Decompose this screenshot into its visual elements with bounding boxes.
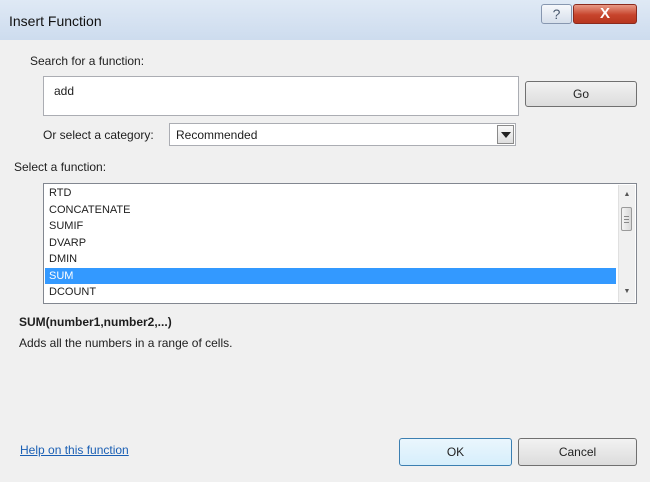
function-description: Adds all the numbers in a range of cells… — [19, 336, 233, 350]
search-input-value: add — [54, 84, 75, 98]
function-list-item[interactable]: CONCATENATE — [45, 202, 616, 218]
scrollbar-thumb[interactable] — [621, 207, 632, 231]
scrollbar[interactable]: ▲ ▼ — [618, 185, 635, 302]
close-icon: X — [599, 5, 610, 22]
search-label: Search for a function: — [30, 54, 145, 68]
dialog-title: Insert Function — [9, 13, 102, 29]
scroll-up-icon[interactable]: ▲ — [619, 187, 635, 203]
help-button[interactable]: ? — [541, 4, 572, 24]
category-select[interactable]: Recommended — [169, 123, 516, 146]
category-select-value: Recommended — [176, 128, 258, 142]
category-label: Or select a category: — [43, 128, 154, 142]
grip-line — [624, 219, 629, 220]
function-list-item[interactable]: SUMIF — [45, 218, 616, 234]
function-list-item[interactable]: SUM — [45, 267, 616, 284]
dropdown-button[interactable] — [497, 125, 514, 144]
function-list-item[interactable]: DCOUNT — [45, 284, 616, 300]
title-bar[interactable]: Insert Function ? X — [0, 0, 650, 40]
chevron-down-icon — [501, 132, 511, 138]
close-button[interactable]: X — [573, 4, 637, 24]
ok-button[interactable]: OK — [399, 438, 512, 466]
dialog-body: Search for a function: add Go Or select … — [8, 40, 642, 474]
cancel-button[interactable]: Cancel — [518, 438, 637, 466]
search-input[interactable]: add — [43, 76, 519, 116]
help-on-function-link[interactable]: Help on this function — [20, 443, 129, 457]
grip-line — [624, 216, 629, 217]
grip-line — [624, 222, 629, 223]
function-signature: SUM(number1,number2,...) — [19, 315, 172, 329]
function-list-label: Select a function: — [14, 160, 107, 174]
function-list-item[interactable]: RTD — [45, 185, 616, 201]
go-button[interactable]: Go — [525, 81, 637, 107]
scroll-down-icon[interactable]: ▼ — [619, 284, 635, 300]
function-list[interactable]: ▲ ▼ RTD CONCATENATE SUMIF DVARP DMIN SUM DCOUN… — [43, 183, 637, 304]
question-mark-icon: ? — [552, 6, 561, 22]
insert-function-dialog: Insert Function ? X Search for a functio… — [0, 0, 650, 482]
function-list-item[interactable]: DMIN — [45, 251, 616, 267]
function-list-item[interactable]: DVARP — [45, 235, 616, 251]
